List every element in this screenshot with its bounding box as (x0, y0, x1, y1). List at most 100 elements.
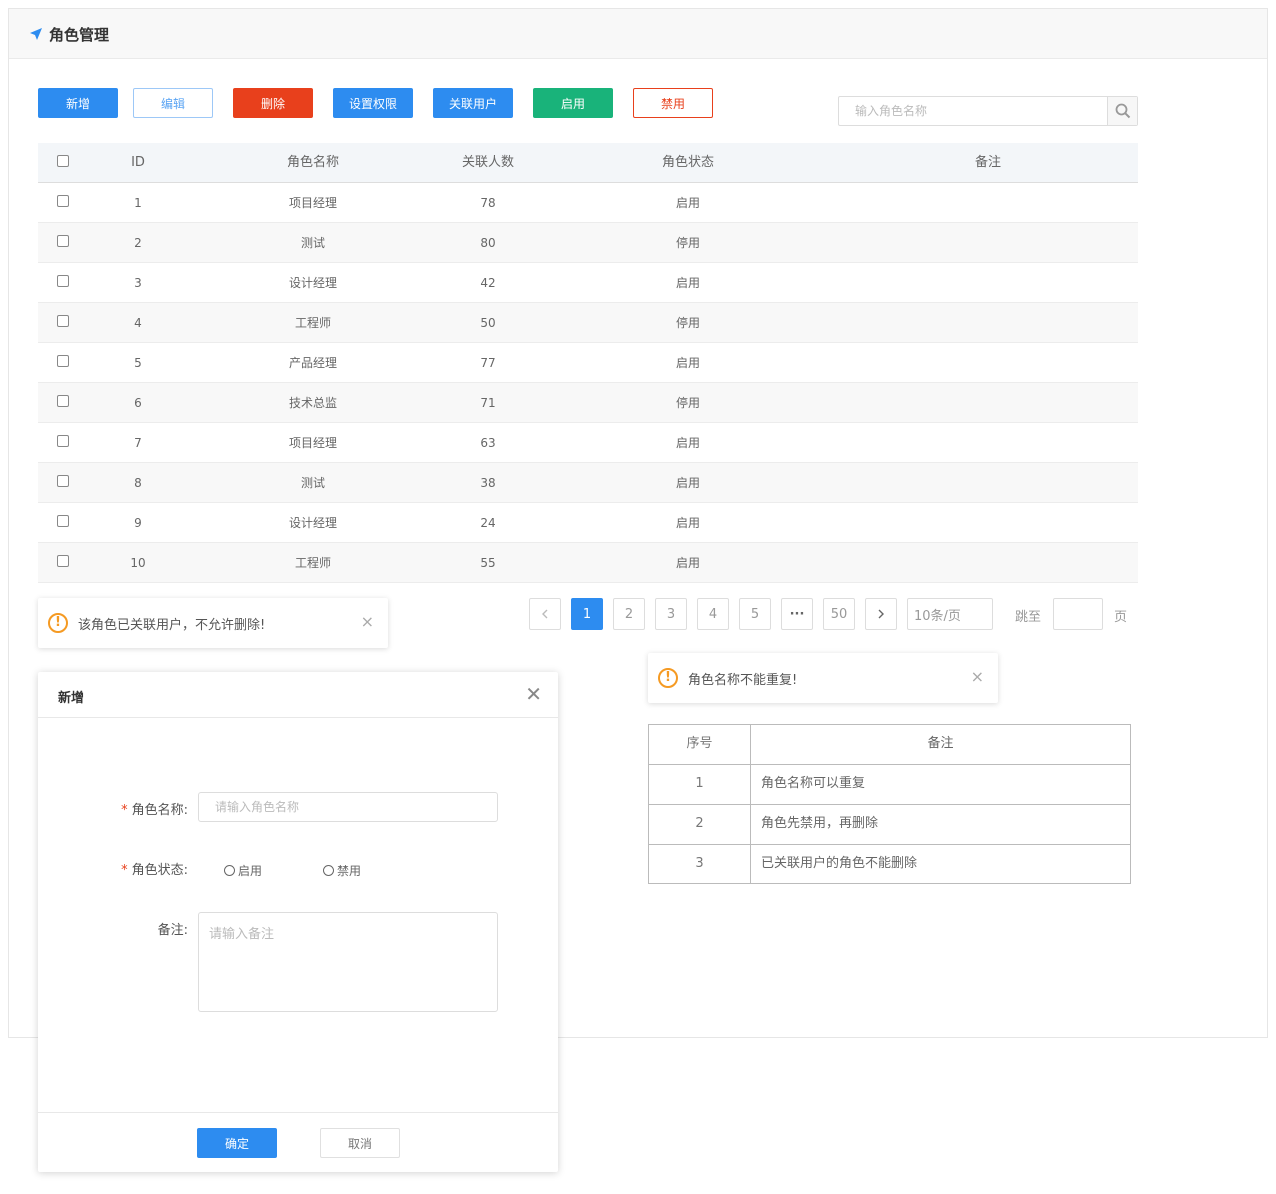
page-button-3[interactable]: 3 (655, 598, 687, 630)
table-row[interactable]: 4 工程师 50 停用 (38, 303, 1138, 343)
row-status: 启用 (675, 436, 700, 450)
row-status: 启用 (675, 276, 700, 290)
row-role-name: 工程师 (294, 316, 331, 330)
required-mark: * (121, 863, 128, 878)
table-row[interactable]: 10 工程师 55 启用 (38, 543, 1138, 583)
table-row[interactable]: 2 测试 80 停用 (38, 223, 1138, 263)
notes-index: 3 (649, 845, 751, 883)
table-row[interactable]: 6 技术总监 71 停用 (38, 383, 1138, 423)
enable-button[interactable]: 启用 (533, 88, 613, 118)
dialog-title: 新增 (58, 691, 85, 706)
page-button-2[interactable]: 2 (613, 598, 645, 630)
row-status: 启用 (675, 476, 700, 490)
row-user-count: 78 (480, 196, 496, 210)
page-button-last[interactable]: 50 (823, 598, 855, 630)
row-checkbox[interactable] (57, 275, 69, 287)
edit-button[interactable]: 编辑 (133, 88, 213, 118)
prev-page-button[interactable] (529, 598, 561, 630)
page-button-1[interactable]: 1 (571, 598, 603, 630)
status-radio-enable[interactable]: 启用 (224, 862, 262, 879)
page-button-4[interactable]: 4 (697, 598, 729, 630)
row-user-count: 42 (480, 276, 496, 290)
close-icon[interactable]: ✕ (525, 684, 542, 704)
page-jump-input[interactable] (1053, 598, 1103, 630)
add-button[interactable]: 新增 (38, 88, 118, 118)
row-status: 停用 (675, 316, 700, 330)
row-select-cell (38, 463, 88, 503)
row-remark (838, 463, 1138, 503)
page-ellipsis[interactable]: ··· (781, 598, 813, 630)
search-icon (1115, 103, 1130, 119)
row-checkbox[interactable] (57, 315, 69, 327)
delete-button[interactable]: 删除 (233, 88, 313, 118)
select-all-checkbox[interactable] (57, 155, 69, 167)
role-name-input[interactable] (198, 792, 498, 822)
table-row[interactable]: 3 设计经理 42 启用 (38, 263, 1138, 303)
table-row[interactable]: 1 项目经理 78 启用 (38, 183, 1138, 223)
radio-circle-icon (323, 865, 334, 876)
remark-textarea[interactable] (198, 912, 498, 1012)
page-title: 角色管理 (49, 26, 110, 44)
role-name-label: * 角色名称: (121, 799, 188, 818)
row-id: 7 (134, 436, 142, 450)
chevron-right-icon (878, 609, 884, 619)
row-checkbox[interactable] (57, 395, 69, 407)
row-remark (838, 383, 1138, 423)
row-remark (838, 543, 1138, 583)
row-checkbox[interactable] (57, 555, 69, 567)
row-id: 10 (130, 556, 146, 570)
search-input[interactable] (839, 97, 1107, 125)
next-page-button[interactable] (865, 598, 897, 630)
row-role-name: 测试 (300, 236, 325, 250)
table-header-row: ID 角色名称 关联人数 角色状态 备注 (38, 143, 1138, 183)
notes-index: 1 (649, 765, 751, 804)
chevron-left-icon (542, 609, 548, 619)
warning-icon: ! (48, 613, 68, 633)
row-id: 5 (134, 356, 142, 370)
confirm-button[interactable]: 确定 (197, 1128, 277, 1158)
remark-label: 备注: (157, 923, 188, 938)
row-checkbox[interactable] (57, 475, 69, 487)
row-checkbox[interactable] (57, 435, 69, 447)
cancel-button[interactable]: 取消 (320, 1128, 400, 1158)
link-users-button[interactable]: 关联用户 (433, 88, 513, 118)
row-status: 启用 (675, 196, 700, 210)
row-select-cell (38, 343, 88, 383)
row-role-name: 测试 (300, 476, 325, 490)
row-select-cell (38, 503, 88, 543)
row-status: 停用 (675, 236, 700, 250)
row-select-cell (38, 383, 88, 423)
table-row[interactable]: 8 测试 38 启用 (38, 463, 1138, 503)
close-icon[interactable]: × (971, 667, 984, 686)
add-role-dialog: 新增 ✕ *角色名称: *角色状态: 启用 禁用 备注: 确定 取消 (38, 672, 558, 1172)
close-icon[interactable]: × (361, 612, 374, 631)
row-select-cell (38, 183, 88, 223)
row-checkbox[interactable] (57, 515, 69, 527)
table-row[interactable]: 7 项目经理 63 启用 (38, 423, 1138, 463)
disable-button[interactable]: 禁用 (633, 88, 713, 118)
notes-remark: 角色名称可以重复 (761, 776, 866, 791)
role-status-label-text: 角色状态: (131, 863, 188, 878)
status-radio-disable[interactable]: 禁用 (323, 862, 361, 879)
row-checkbox[interactable] (57, 355, 69, 367)
header-id: ID (131, 155, 145, 170)
row-remark (838, 223, 1138, 263)
required-mark: * (121, 803, 128, 818)
row-user-count: 80 (480, 236, 496, 250)
set-permissions-button[interactable]: 设置权限 (333, 88, 413, 118)
search-button[interactable] (1107, 97, 1137, 125)
notes-row: 2 角色先禁用，再删除 (649, 805, 1130, 845)
table-row[interactable]: 9 设计经理 24 启用 (38, 503, 1138, 543)
toast-message: 角色名称不能重复! (688, 673, 798, 688)
row-remark (838, 183, 1138, 223)
row-checkbox[interactable] (57, 235, 69, 247)
notes-row: 3 已关联用户的角色不能删除 (649, 845, 1130, 883)
radio-circle-icon (224, 865, 235, 876)
page-button-5[interactable]: 5 (739, 598, 771, 630)
row-checkbox[interactable] (57, 195, 69, 207)
row-role-name: 项目经理 (288, 436, 337, 450)
page-size-select[interactable]: 10条/页 (907, 598, 993, 630)
dialog-footer: 确定 取消 (38, 1112, 558, 1172)
table-row[interactable]: 5 产品经理 77 启用 (38, 343, 1138, 383)
notes-row: 1 角色名称可以重复 (649, 765, 1130, 805)
